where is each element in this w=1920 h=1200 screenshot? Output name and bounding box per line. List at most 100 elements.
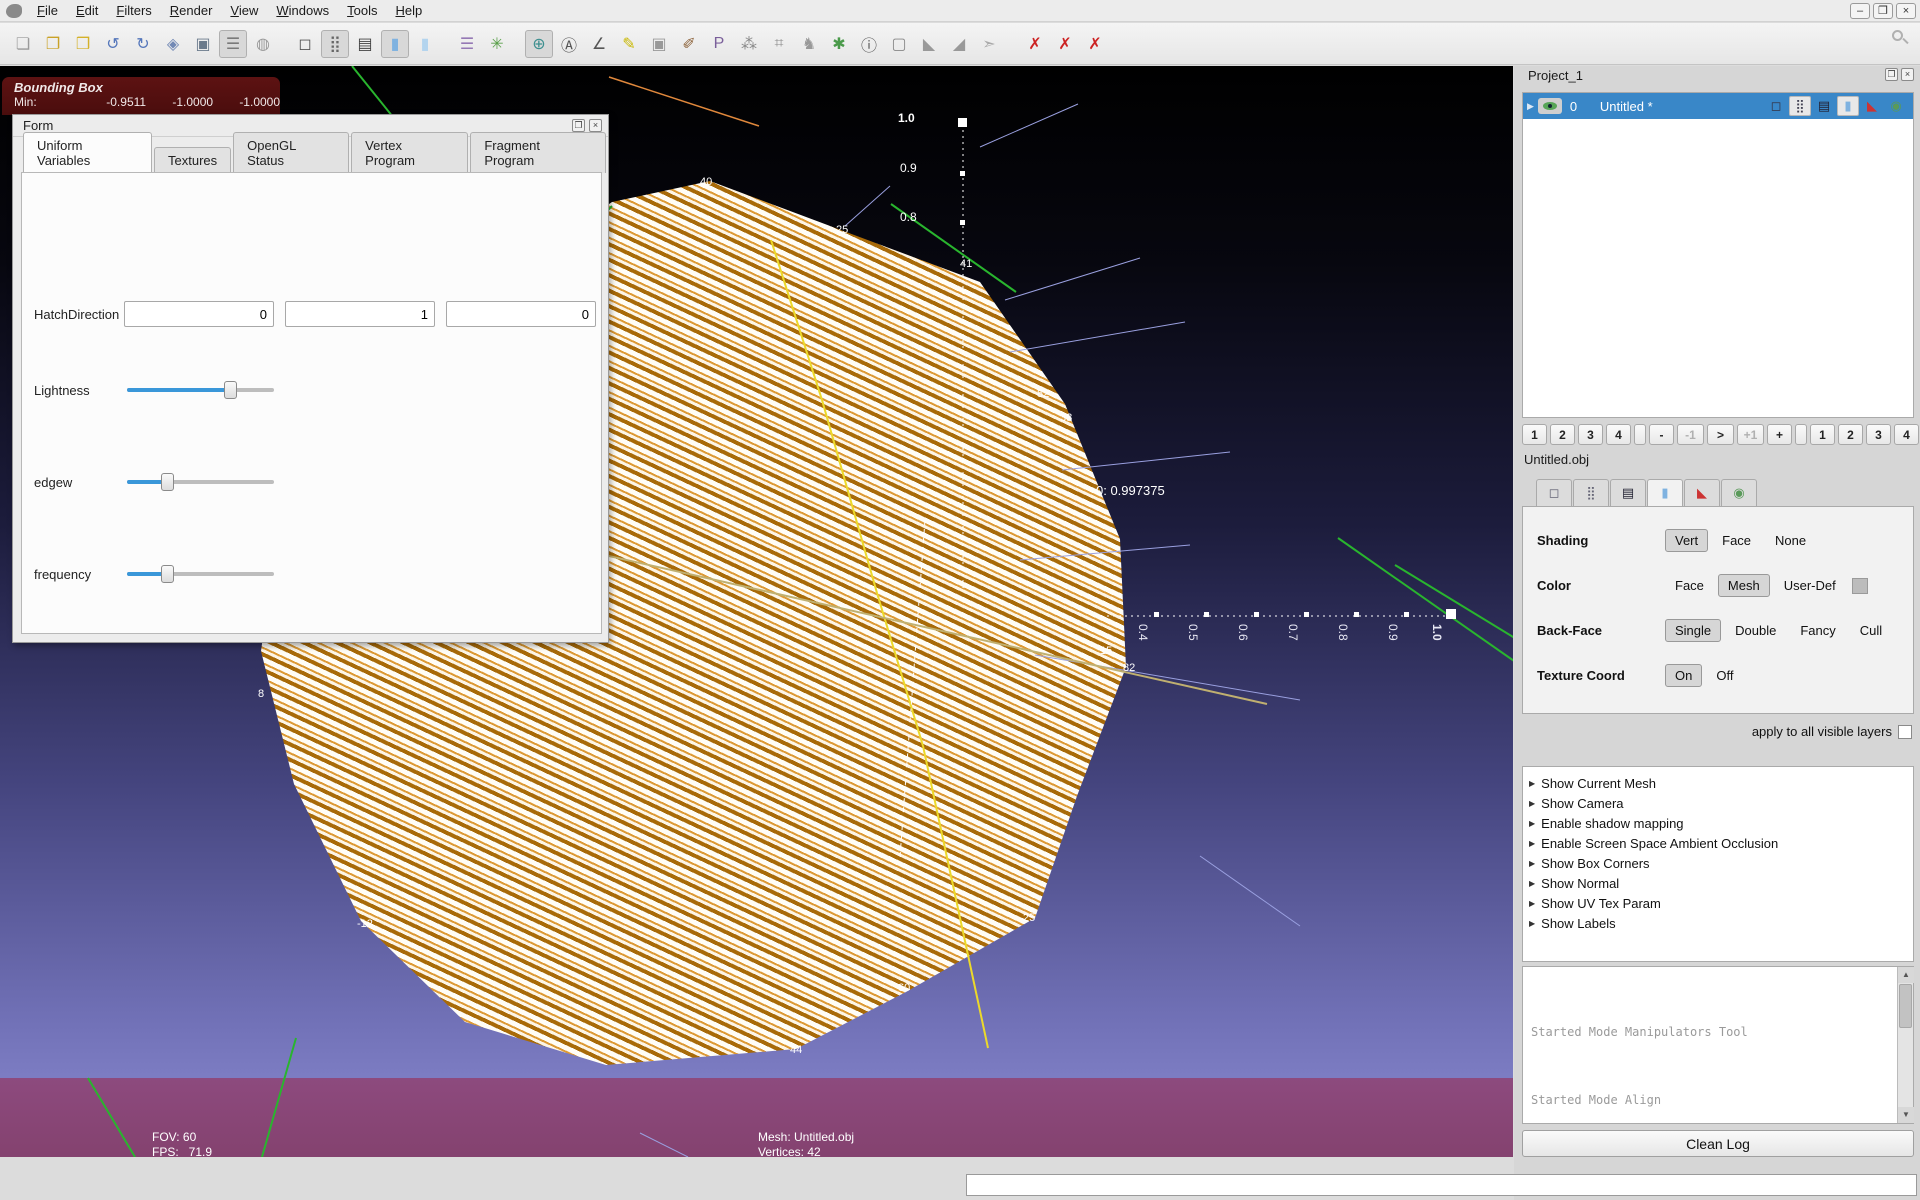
form-tab[interactable]: Fragment Program bbox=[470, 132, 606, 173]
toolbar-icon[interactable]: ◢ bbox=[945, 30, 973, 58]
expander-icon[interactable]: ▶ bbox=[1529, 899, 1535, 908]
toolbar-icon[interactable]: ✳ bbox=[483, 30, 511, 58]
nav-button[interactable]: 1 bbox=[1810, 424, 1835, 445]
toolbar-icon[interactable]: ▣ bbox=[645, 30, 673, 58]
log-scrollbar[interactable]: ▲ ▼ bbox=[1897, 967, 1913, 1123]
expander-icon[interactable]: ▶ bbox=[1527, 101, 1534, 112]
toolbar-icon[interactable]: ⣿ bbox=[321, 30, 349, 58]
toolbar-icon[interactable]: P bbox=[705, 30, 733, 58]
texcoord-option[interactable]: On bbox=[1665, 664, 1702, 687]
form-tab[interactable]: Vertex Program bbox=[351, 132, 468, 173]
toolbar-icon[interactable]: ◍ bbox=[249, 30, 277, 58]
toolbar-icon[interactable]: ⓘ bbox=[855, 30, 883, 58]
toolbar-icon[interactable]: ▣ bbox=[189, 30, 217, 58]
panel-title-button[interactable]: × bbox=[1901, 68, 1914, 81]
color-option[interactable]: User-Def bbox=[1774, 574, 1846, 597]
nav-button[interactable]: +1 bbox=[1737, 424, 1764, 445]
toolbar-icon[interactable]: ☰ bbox=[219, 30, 247, 58]
menu-item[interactable]: View bbox=[221, 1, 267, 20]
toolbar-icon[interactable] bbox=[1005, 30, 1019, 58]
toolbar-icon[interactable]: ♞ bbox=[795, 30, 823, 58]
render-tab[interactable]: ▤ bbox=[1610, 479, 1646, 506]
nav-button[interactable]: 2 bbox=[1550, 424, 1575, 445]
menu-item[interactable]: Edit bbox=[67, 1, 107, 20]
bottom-command-input[interactable] bbox=[966, 1174, 1917, 1196]
toolbar-icon[interactable]: ∠ bbox=[585, 30, 613, 58]
expander-icon[interactable]: ▶ bbox=[1529, 879, 1535, 888]
panel-title-button[interactable]: ❐ bbox=[1885, 68, 1898, 81]
slider-handle[interactable] bbox=[161, 565, 174, 583]
menu-item[interactable]: Filters bbox=[107, 1, 160, 20]
nav-button[interactable]: 2 bbox=[1838, 424, 1863, 445]
toolbar-icon[interactable]: ❏ bbox=[9, 30, 37, 58]
shading-option[interactable]: Vert bbox=[1665, 529, 1708, 552]
menu-item[interactable]: Tools bbox=[338, 1, 386, 20]
scroll-down-icon[interactable]: ▼ bbox=[1898, 1107, 1914, 1123]
backface-option[interactable]: Cull bbox=[1850, 619, 1892, 642]
toolbar-icon[interactable]: ✐ bbox=[675, 30, 703, 58]
nav-button[interactable] bbox=[1795, 424, 1807, 445]
window-button[interactable]: – bbox=[1850, 3, 1870, 19]
toolbar-icon[interactable]: Ⓐ bbox=[555, 30, 583, 58]
eye-visibility-icon[interactable] bbox=[1538, 98, 1562, 114]
toolbar-icon[interactable]: ▮ bbox=[381, 30, 409, 58]
backface-option[interactable]: Fancy bbox=[1790, 619, 1845, 642]
toolbar-icon[interactable]: ↺ bbox=[99, 30, 127, 58]
expander-icon[interactable]: ▶ bbox=[1529, 859, 1535, 868]
form-tab[interactable]: Textures bbox=[154, 147, 231, 173]
decoration-item[interactable]: ▶ Show Current Mesh bbox=[1529, 773, 1913, 793]
toolbar-icon[interactable]: ◻ bbox=[291, 30, 319, 58]
toolbar-icon[interactable]: ➣ bbox=[975, 30, 1003, 58]
decoration-item[interactable]: ▶ Show UV Tex Param bbox=[1529, 893, 1913, 913]
toolbar-icon[interactable]: ✗ bbox=[1051, 30, 1079, 58]
clean-log-button[interactable]: Clean Log bbox=[1522, 1130, 1914, 1157]
backface-option[interactable]: Double bbox=[1725, 619, 1786, 642]
toolbar-icon[interactable]: ✗ bbox=[1081, 30, 1109, 58]
layer-render-icon[interactable]: ▮ bbox=[1837, 96, 1859, 116]
slider-handle[interactable] bbox=[224, 381, 237, 399]
expander-icon[interactable]: ▶ bbox=[1529, 799, 1535, 808]
backface-option[interactable]: Single bbox=[1665, 619, 1721, 642]
nav-button[interactable]: 1 bbox=[1522, 424, 1547, 445]
toolbar-icon[interactable]: ⁂ bbox=[735, 30, 763, 58]
scroll-thumb[interactable] bbox=[1899, 984, 1912, 1028]
menu-item[interactable]: Render bbox=[161, 1, 222, 20]
scroll-up-icon[interactable]: ▲ bbox=[1898, 967, 1914, 983]
toolbar-icon[interactable]: ⊕ bbox=[525, 30, 553, 58]
layer-render-icon[interactable]: ⣿ bbox=[1789, 96, 1811, 116]
layer-render-icon[interactable]: ◣ bbox=[1861, 96, 1883, 116]
expander-icon[interactable]: ▶ bbox=[1529, 819, 1535, 828]
nav-button[interactable]: 3 bbox=[1578, 424, 1603, 445]
menu-item[interactable]: File bbox=[28, 1, 67, 20]
menu-item[interactable]: Windows bbox=[267, 1, 338, 20]
texcoord-option[interactable]: Off bbox=[1706, 664, 1743, 687]
toolbar-icon[interactable]: ▢ bbox=[885, 30, 913, 58]
nav-button[interactable] bbox=[1634, 424, 1646, 445]
hatch-direction-x-input[interactable] bbox=[124, 301, 274, 327]
form-tab[interactable]: OpenGL Status bbox=[233, 132, 349, 173]
expander-icon[interactable]: ▶ bbox=[1529, 839, 1535, 848]
decoration-item[interactable]: ▶ Enable Screen Space Ambient Occlusion bbox=[1529, 833, 1913, 853]
color-option[interactable]: Face bbox=[1665, 574, 1714, 597]
toolbar-icon[interactable]: ❒ bbox=[69, 30, 97, 58]
layer-render-icon[interactable]: ▤ bbox=[1813, 96, 1835, 116]
toolbar-icon[interactable]: ▤ bbox=[351, 30, 379, 58]
color-option[interactable]: Mesh bbox=[1718, 574, 1770, 597]
apply-all-layers-checkbox[interactable] bbox=[1898, 725, 1912, 739]
decoration-item[interactable]: ▶ Enable shadow mapping bbox=[1529, 813, 1913, 833]
toolbar-icon[interactable]: ▮ bbox=[411, 30, 439, 58]
layer-render-icon[interactable]: ◉ bbox=[1885, 96, 1907, 116]
toolbar-icon[interactable]: ◈ bbox=[159, 30, 187, 58]
toolbar-icon[interactable]: ◣ bbox=[915, 30, 943, 58]
window-button[interactable]: ❐ bbox=[1873, 3, 1893, 19]
nav-button[interactable]: + bbox=[1767, 424, 1792, 445]
decoration-item[interactable]: ▶ Show Camera bbox=[1529, 793, 1913, 813]
user-color-swatch[interactable] bbox=[1852, 578, 1868, 594]
frequency-slider[interactable] bbox=[127, 565, 274, 583]
shading-option[interactable]: None bbox=[1765, 529, 1816, 552]
toolbar-icon[interactable]: ⌗ bbox=[765, 30, 793, 58]
search-icon[interactable] bbox=[1892, 30, 1908, 46]
edgew-slider[interactable] bbox=[127, 473, 274, 491]
nav-button[interactable]: - bbox=[1649, 424, 1674, 445]
nav-button[interactable]: > bbox=[1707, 424, 1734, 445]
